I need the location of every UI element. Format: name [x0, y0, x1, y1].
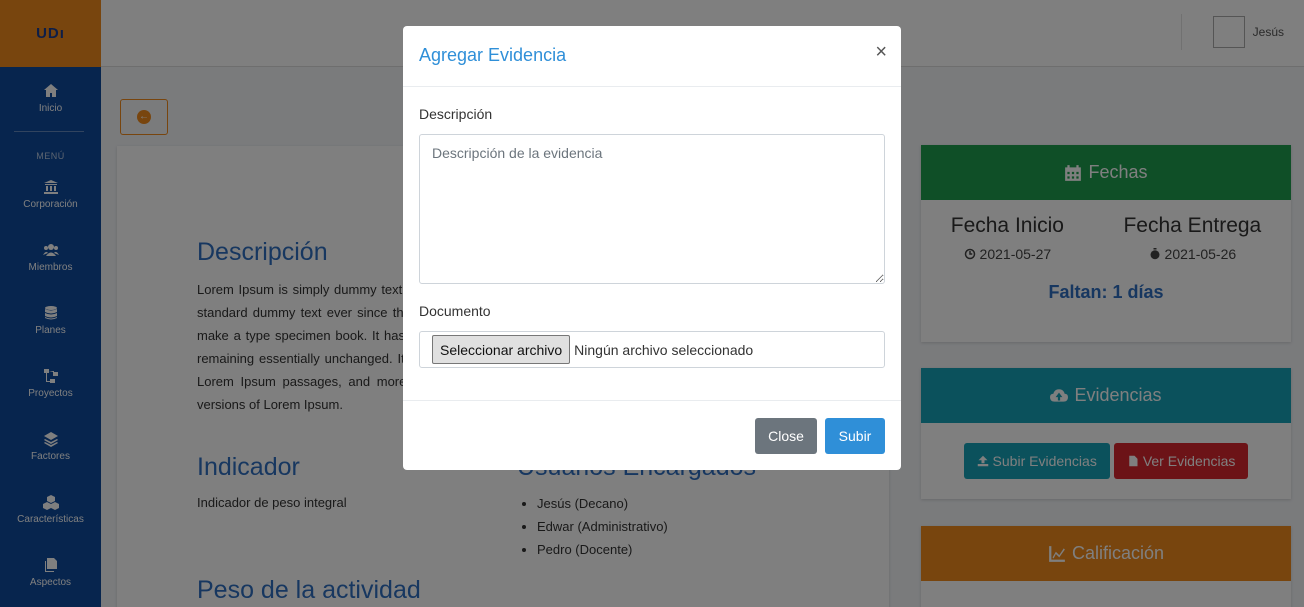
modal-header: Agregar Evidencia × [403, 26, 901, 87]
document-label: Documento [419, 303, 491, 319]
modal-close-icon[interactable]: × [875, 41, 887, 64]
description-label: Descripción [419, 106, 493, 122]
close-button[interactable]: Close [755, 418, 817, 454]
file-input[interactable]: Seleccionar archivo Ningún archivo selec… [419, 331, 885, 368]
select-file-button[interactable]: Seleccionar archivo [432, 335, 571, 364]
modal-footer: Close Subir [403, 400, 901, 470]
submit-button[interactable]: Subir [825, 418, 885, 454]
file-status: Ningún archivo seleccionado [574, 341, 754, 358]
modal-title: Agregar Evidencia [419, 45, 567, 65]
add-evidence-modal: Agregar Evidencia × Descripción Document… [403, 26, 901, 470]
description-field[interactable] [419, 134, 885, 284]
